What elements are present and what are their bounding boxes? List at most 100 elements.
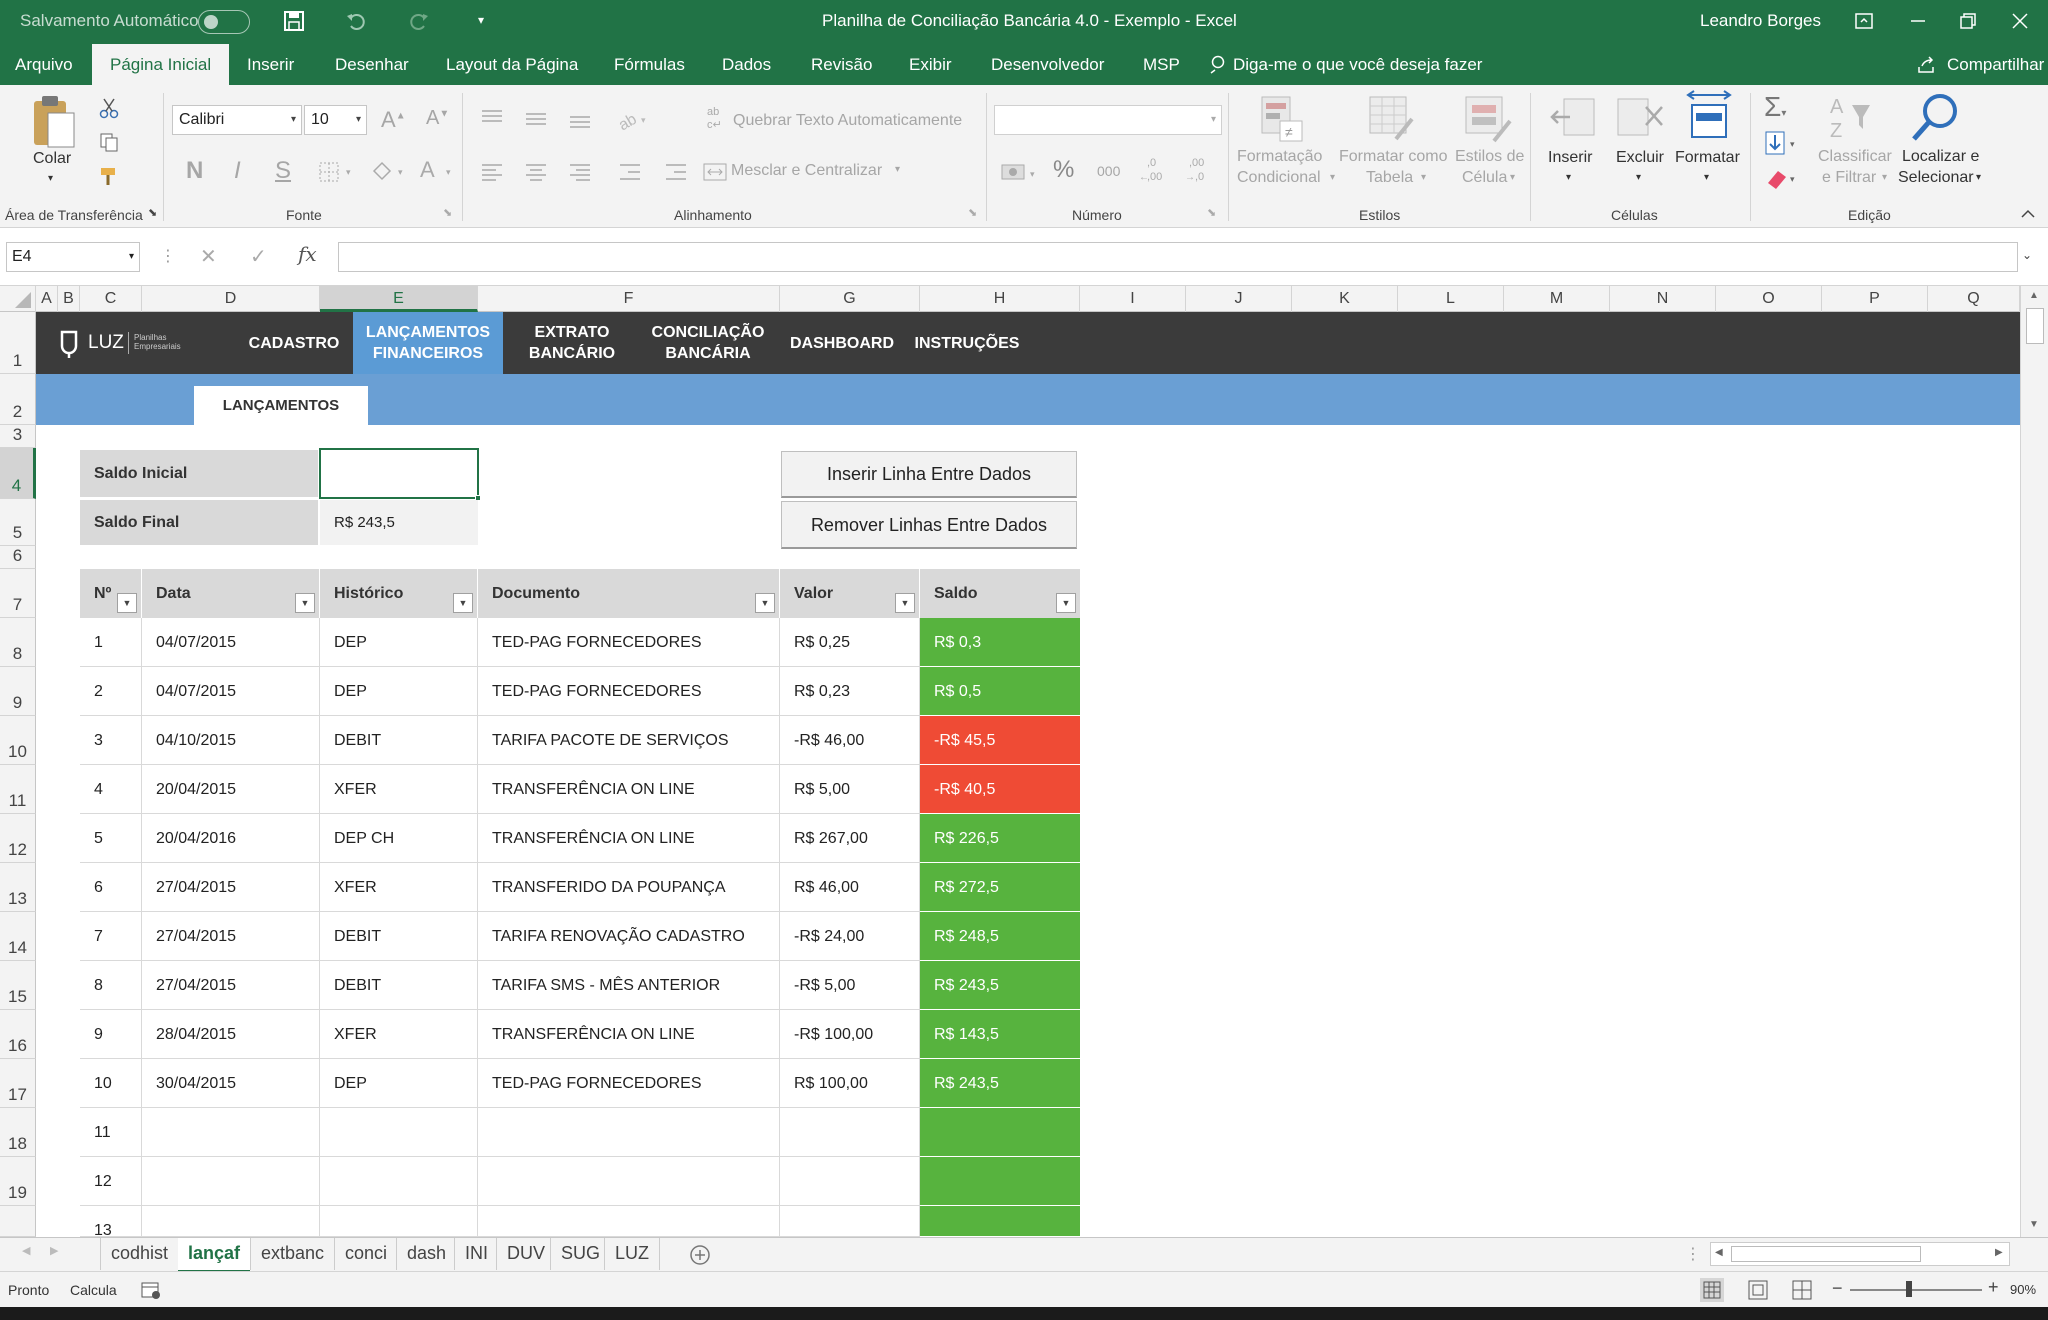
decrease-decimal-icon[interactable]: ,00 ,0→ [1183, 155, 1217, 185]
nav-conciliacao-bancaria[interactable]: CONCILIAÇÃO BANCÁRIA [642, 312, 774, 374]
cell-documento[interactable]: TED-PAG FORNECEDORES [478, 667, 780, 716]
sheet-tab-dash[interactable]: dash [396, 1238, 456, 1270]
nav-instrucoes[interactable]: INSTRUÇÕES [906, 312, 1028, 374]
share-button[interactable]: Compartilhar [1947, 44, 2044, 85]
sheet-tab-duv[interactable]: DUV [496, 1238, 555, 1270]
horizontal-scrollbar[interactable]: ◀ ▶ [1710, 1242, 2010, 1266]
cell-saldo[interactable] [920, 1206, 1080, 1237]
clear-icon[interactable]: ▾ [1764, 165, 1800, 191]
cell-documento[interactable]: TRANSFERÊNCIA ON LINE [478, 765, 780, 814]
cell-valor[interactable]: R$ 5,00 [780, 765, 920, 814]
page-layout-view-icon[interactable] [1746, 1278, 1770, 1302]
col-header-l[interactable]: L [1398, 286, 1504, 312]
cell-numero[interactable]: 8 [80, 961, 142, 1010]
cell-documento[interactable] [478, 1108, 780, 1157]
zoom-level[interactable]: 90% [2010, 1282, 2036, 1297]
nav-cadastro[interactable]: CADASTRO [232, 312, 356, 374]
row-header-1[interactable]: 1 [0, 312, 36, 374]
font-name-select[interactable]: Calibri ▾ [172, 105, 302, 135]
add-sheet-icon[interactable] [689, 1244, 711, 1266]
insert-cells-icon[interactable] [1546, 93, 1598, 141]
bold-button[interactable]: N [186, 157, 203, 185]
delete-cells-button[interactable]: Excluir [1616, 149, 1664, 167]
cell-saldo[interactable] [920, 1108, 1080, 1157]
row-header-17[interactable]: 17 [0, 1059, 36, 1108]
zoom-out-icon[interactable]: − [1832, 1278, 1843, 1299]
cell-valor[interactable] [780, 1108, 920, 1157]
cell-data[interactable]: 27/04/2015 [142, 912, 320, 961]
cell-saldo[interactable]: R$ 248,5 [920, 912, 1080, 961]
cell-saldo[interactable]: -R$ 45,5 [920, 716, 1080, 765]
cell-data[interactable]: 30/04/2015 [142, 1059, 320, 1108]
horizontal-align-icons[interactable] [480, 161, 690, 183]
cell-saldo[interactable]: R$ 272,5 [920, 863, 1080, 912]
row-header-13[interactable]: 13 [0, 863, 36, 912]
cell-numero[interactable]: 6 [80, 863, 142, 912]
cell-data[interactable]: 28/04/2015 [142, 1010, 320, 1059]
zoom-in-icon[interactable]: + [1988, 1277, 1999, 1298]
format-cells-dropdown-icon[interactable]: ▾ [1704, 172, 1709, 183]
currency-format-icon[interactable]: ▾ [1000, 159, 1042, 185]
cut-icon[interactable] [98, 97, 120, 119]
cell-saldo[interactable]: R$ 226,5 [920, 814, 1080, 863]
page-break-view-icon[interactable] [1790, 1278, 1814, 1302]
scroll-up-icon[interactable]: ▲ [2029, 290, 2039, 301]
cancel-formula-icon[interactable]: ✕ [200, 244, 217, 269]
cell-valor[interactable]: R$ 0,25 [780, 618, 920, 667]
row-header-15[interactable]: 15 [0, 961, 36, 1010]
find-select-dropdown-icon[interactable]: ▾ [1976, 172, 1981, 183]
font-launcher-icon[interactable]: ⬊ [443, 206, 452, 219]
cell-data[interactable]: 27/04/2015 [142, 961, 320, 1010]
cell-saldo[interactable]: R$ 243,5 [920, 961, 1080, 1010]
remove-rows-button[interactable]: Remover Linhas Entre Dados [781, 501, 1077, 549]
number-format-select[interactable]: ▾ [994, 105, 1222, 135]
cell-saldo[interactable]: R$ 0,5 [920, 667, 1080, 716]
underline-button[interactable]: S [275, 157, 291, 185]
row-header-4[interactable]: 4 [0, 448, 36, 499]
merge-center-icon[interactable] [703, 162, 727, 182]
quick-access-dropdown-icon[interactable]: ▾ [478, 13, 484, 27]
tab-arquivo[interactable]: Arquivo [15, 44, 73, 85]
cell-documento[interactable]: TARIFA SMS - MÊS ANTERIOR [478, 961, 780, 1010]
increase-font-icon[interactable]: A▲ [381, 107, 406, 133]
user-name[interactable]: Leandro Borges [1700, 11, 1821, 31]
col-header-d[interactable]: D [142, 286, 320, 312]
autosum-icon[interactable]: Σ▾ [1764, 91, 1786, 123]
cell-valor[interactable]: R$ 46,00 [780, 863, 920, 912]
cell-saldo[interactable]: -R$ 40,5 [920, 765, 1080, 814]
zoom-slider-thumb[interactable] [1906, 1281, 1912, 1297]
percent-button[interactable]: % [1053, 156, 1074, 184]
cell-historico[interactable]: XFER [320, 1010, 478, 1059]
row-header-7[interactable]: 7 [0, 569, 36, 618]
cell-historico[interactable] [320, 1157, 478, 1206]
col-header-f[interactable]: F [478, 286, 780, 312]
cell-styles-dropdown-icon[interactable]: ▾ [1510, 172, 1515, 183]
thousands-button[interactable]: 000 [1097, 163, 1120, 179]
cell-documento[interactable]: TARIFA RENOVAÇÃO CADASTRO [478, 912, 780, 961]
tab-split-handle[interactable]: ⋮ [1685, 1244, 1701, 1264]
col-header-i[interactable]: I [1080, 286, 1186, 312]
cell-valor[interactable]: -R$ 24,00 [780, 912, 920, 961]
ribbon-display-icon[interactable] [1854, 11, 1874, 31]
row-header-12[interactable]: 12 [0, 814, 36, 863]
vertical-scrollbar[interactable]: ▲ ▼ [2020, 286, 2048, 1237]
sheet-tab-luz[interactable]: LUZ [604, 1238, 661, 1270]
number-launcher-icon[interactable]: ⬊ [1207, 206, 1216, 219]
insert-cells-dropdown-icon[interactable]: ▾ [1566, 172, 1571, 183]
cell-valor[interactable]: R$ 267,00 [780, 814, 920, 863]
close-icon[interactable] [2010, 11, 2030, 31]
cell-documento[interactable]: TRANSFERÊNCIA ON LINE [478, 1010, 780, 1059]
tab-desenhar[interactable]: Desenhar [335, 44, 409, 85]
fill-color-icon[interactable]: ▾ [370, 159, 410, 183]
sheet-tab-sug[interactable]: SUG [550, 1238, 610, 1270]
tab-msp[interactable]: MSP [1143, 44, 1180, 85]
col-header-q[interactable]: Q [1928, 286, 2020, 312]
sub-tab-lancamentos[interactable]: LANÇAMENTOS [194, 386, 368, 425]
format-as-table-icon[interactable] [1366, 93, 1416, 145]
row-header-5[interactable]: 5 [0, 499, 36, 546]
col-header-m[interactable]: M [1504, 286, 1610, 312]
cell-data[interactable] [142, 1108, 320, 1157]
row-header-8[interactable]: 8 [0, 618, 36, 667]
redo-icon[interactable] [408, 10, 430, 32]
filter-dropdown-icon[interactable]: ▼ [895, 593, 915, 613]
